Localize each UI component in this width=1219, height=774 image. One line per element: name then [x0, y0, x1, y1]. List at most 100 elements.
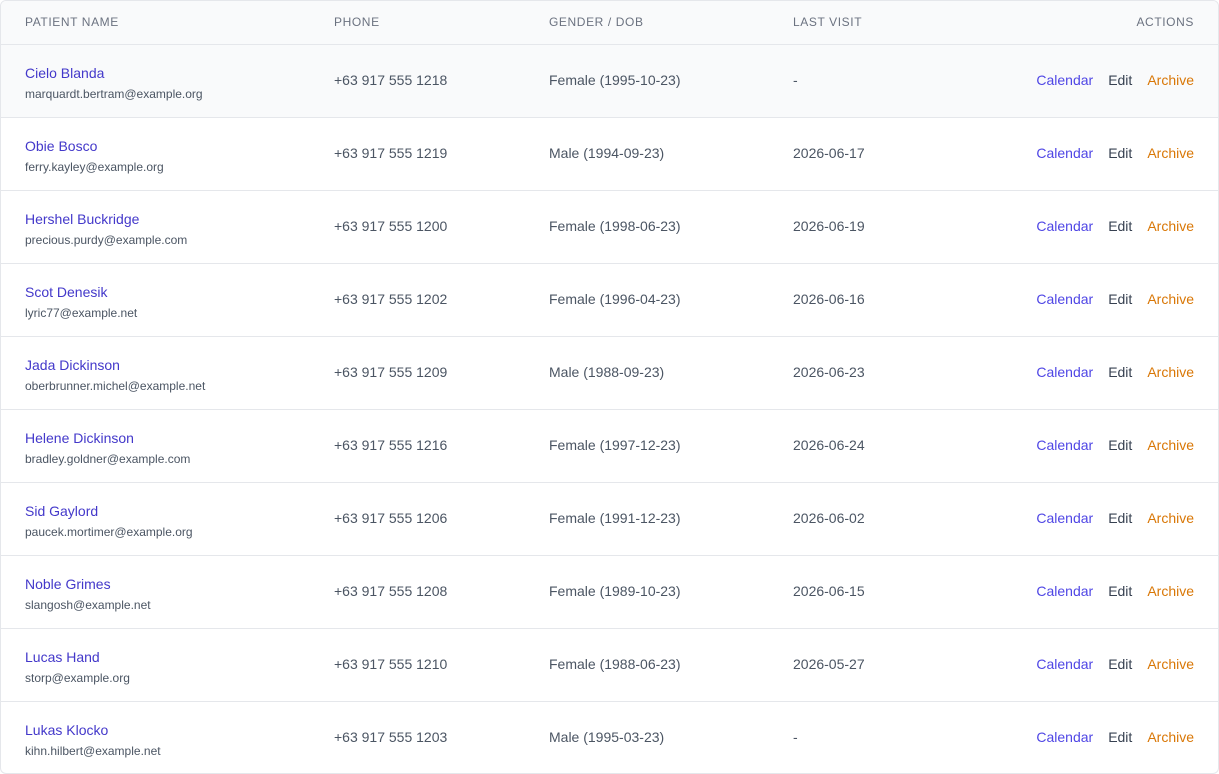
- patient-name-link[interactable]: Obie Bosco: [25, 138, 97, 154]
- archive-action-link[interactable]: Archive: [1147, 510, 1194, 526]
- edit-action-link[interactable]: Edit: [1108, 583, 1132, 599]
- patient-last-visit: 2026-06-19: [793, 218, 865, 234]
- archive-action-link[interactable]: Archive: [1147, 583, 1194, 599]
- archive-action-link[interactable]: Archive: [1147, 145, 1194, 161]
- row-actions: Calendar Edit Archive: [1036, 291, 1194, 307]
- patient-phone: +63 917 555 1202: [334, 291, 448, 307]
- patient-email: oberbrunner.michel@example.net: [25, 379, 206, 393]
- calendar-action-link[interactable]: Calendar: [1036, 291, 1093, 307]
- table-row: Lucas Hand storp@example.org +63 917 555…: [1, 629, 1218, 702]
- patient-name-link[interactable]: Sid Gaylord: [25, 503, 98, 519]
- patient-email: ferry.kayley@example.org: [25, 160, 164, 174]
- patient-gender-dob: Female (1988-06-23): [549, 656, 681, 672]
- calendar-action-link[interactable]: Calendar: [1036, 729, 1093, 745]
- table-row: Cielo Blanda marquardt.bertram@example.o…: [1, 45, 1218, 118]
- calendar-action-link[interactable]: Calendar: [1036, 510, 1093, 526]
- archive-action-link[interactable]: Archive: [1147, 218, 1194, 234]
- patient-phone: +63 917 555 1200: [334, 218, 448, 234]
- calendar-action-link[interactable]: Calendar: [1036, 583, 1093, 599]
- archive-action-link[interactable]: Archive: [1147, 437, 1194, 453]
- patient-gender-dob: Female (1997-12-23): [549, 437, 681, 453]
- patient-phone: +63 917 555 1209: [334, 364, 448, 380]
- patient-name-link[interactable]: Jada Dickinson: [25, 357, 120, 373]
- patient-email: slangosh@example.net: [25, 598, 151, 612]
- patient-name-link[interactable]: Lukas Klocko: [25, 722, 108, 738]
- archive-action-link[interactable]: Archive: [1147, 72, 1194, 88]
- column-header-actions: ACTIONS: [1136, 15, 1194, 29]
- calendar-action-link[interactable]: Calendar: [1036, 364, 1093, 380]
- patient-gender-dob: Male (1994-09-23): [549, 145, 665, 161]
- calendar-action-link[interactable]: Calendar: [1036, 218, 1093, 234]
- patient-last-visit: 2026-06-24: [793, 437, 865, 453]
- table-body: Cielo Blanda marquardt.bertram@example.o…: [1, 45, 1218, 773]
- patient-gender-dob: Female (1989-10-23): [549, 583, 681, 599]
- patient-last-visit: 2026-06-15: [793, 583, 865, 599]
- patient-name-link[interactable]: Noble Grimes: [25, 576, 111, 592]
- patient-phone: +63 917 555 1218: [334, 72, 448, 88]
- edit-action-link[interactable]: Edit: [1108, 510, 1132, 526]
- patient-gender-dob: Female (1996-04-23): [549, 291, 681, 307]
- patients-table: PATIENT NAME PHONE GENDER / DOB LAST VIS…: [0, 0, 1219, 774]
- calendar-action-link[interactable]: Calendar: [1036, 72, 1093, 88]
- edit-action-link[interactable]: Edit: [1108, 729, 1132, 745]
- patient-phone: +63 917 555 1219: [334, 145, 448, 161]
- archive-action-link[interactable]: Archive: [1147, 364, 1194, 380]
- edit-action-link[interactable]: Edit: [1108, 364, 1132, 380]
- patient-last-visit: 2026-06-17: [793, 145, 865, 161]
- patient-name-link[interactable]: Hershel Buckridge: [25, 211, 139, 227]
- patient-email: paucek.mortimer@example.org: [25, 525, 193, 539]
- table-header: PATIENT NAME PHONE GENDER / DOB LAST VIS…: [1, 1, 1218, 45]
- table-row: Lukas Klocko kihn.hilbert@example.net +6…: [1, 702, 1218, 773]
- patient-phone: +63 917 555 1203: [334, 729, 448, 745]
- column-header-last-visit: LAST VISIT: [793, 15, 863, 29]
- patient-email: precious.purdy@example.com: [25, 233, 188, 247]
- edit-action-link[interactable]: Edit: [1108, 656, 1132, 672]
- patient-phone: +63 917 555 1216: [334, 437, 448, 453]
- row-actions: Calendar Edit Archive: [1036, 364, 1194, 380]
- patient-name-link[interactable]: Lucas Hand: [25, 649, 100, 665]
- edit-action-link[interactable]: Edit: [1108, 437, 1132, 453]
- patient-name-link[interactable]: Scot Denesik: [25, 284, 107, 300]
- edit-action-link[interactable]: Edit: [1108, 218, 1132, 234]
- patient-last-visit: 2026-05-27: [793, 656, 865, 672]
- patient-last-visit: 2026-06-23: [793, 364, 865, 380]
- row-actions: Calendar Edit Archive: [1036, 656, 1194, 672]
- patient-last-visit: -: [793, 72, 798, 88]
- patient-last-visit: 2026-06-02: [793, 510, 865, 526]
- archive-action-link[interactable]: Archive: [1147, 729, 1194, 745]
- column-header-phone: PHONE: [334, 15, 380, 29]
- edit-action-link[interactable]: Edit: [1108, 145, 1132, 161]
- table-row: Helene Dickinson bradley.goldner@example…: [1, 410, 1218, 483]
- row-actions: Calendar Edit Archive: [1036, 583, 1194, 599]
- patient-phone: +63 917 555 1206: [334, 510, 448, 526]
- patient-gender-dob: Female (1995-10-23): [549, 72, 681, 88]
- patient-name-link[interactable]: Cielo Blanda: [25, 65, 104, 81]
- row-actions: Calendar Edit Archive: [1036, 510, 1194, 526]
- table-row: Hershel Buckridge precious.purdy@example…: [1, 191, 1218, 264]
- table-row: Obie Bosco ferry.kayley@example.org +63 …: [1, 118, 1218, 191]
- patient-phone: +63 917 555 1210: [334, 656, 448, 672]
- patient-gender-dob: Male (1995-03-23): [549, 729, 665, 745]
- patient-gender-dob: Male (1988-09-23): [549, 364, 665, 380]
- calendar-action-link[interactable]: Calendar: [1036, 437, 1093, 453]
- calendar-action-link[interactable]: Calendar: [1036, 656, 1093, 672]
- patient-email: marquardt.bertram@example.org: [25, 87, 203, 101]
- calendar-action-link[interactable]: Calendar: [1036, 145, 1093, 161]
- table-row: Scot Denesik lyric77@example.net +63 917…: [1, 264, 1218, 337]
- row-actions: Calendar Edit Archive: [1036, 218, 1194, 234]
- patient-email: kihn.hilbert@example.net: [25, 744, 161, 758]
- row-actions: Calendar Edit Archive: [1036, 145, 1194, 161]
- archive-action-link[interactable]: Archive: [1147, 656, 1194, 672]
- table-row: Noble Grimes slangosh@example.net +63 91…: [1, 556, 1218, 629]
- edit-action-link[interactable]: Edit: [1108, 291, 1132, 307]
- patient-last-visit: -: [793, 729, 798, 745]
- patient-last-visit: 2026-06-16: [793, 291, 865, 307]
- column-header-gender-dob: GENDER / DOB: [549, 15, 644, 29]
- patient-gender-dob: Female (1991-12-23): [549, 510, 681, 526]
- patient-name-link[interactable]: Helene Dickinson: [25, 430, 134, 446]
- edit-action-link[interactable]: Edit: [1108, 72, 1132, 88]
- row-actions: Calendar Edit Archive: [1036, 72, 1194, 88]
- archive-action-link[interactable]: Archive: [1147, 291, 1194, 307]
- patient-phone: +63 917 555 1208: [334, 583, 448, 599]
- table-row: Jada Dickinson oberbrunner.michel@exampl…: [1, 337, 1218, 410]
